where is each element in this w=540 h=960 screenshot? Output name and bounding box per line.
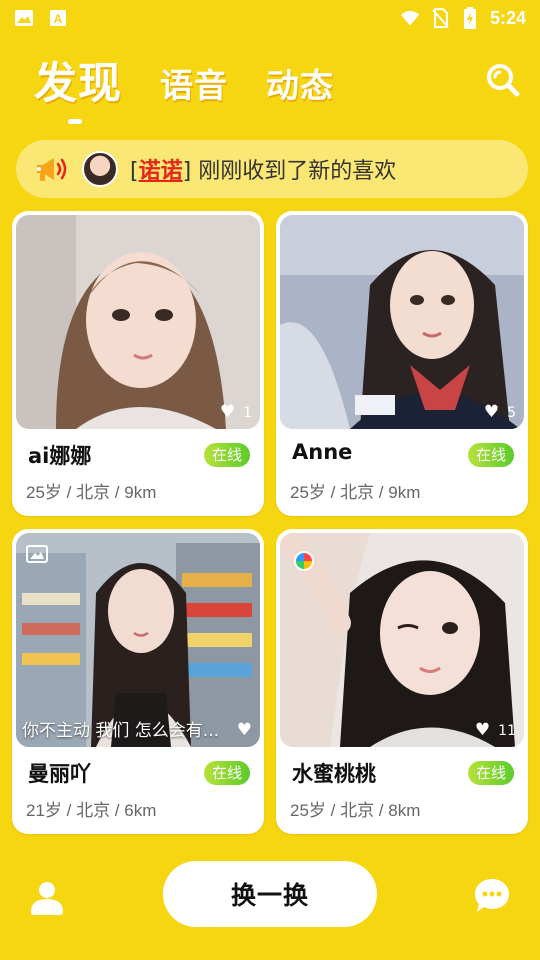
user-card[interactable]: ♥ 5 Anne 在线 25岁 / 北京 / 9km [276, 211, 528, 516]
user-name: 水蜜桃桃 [292, 762, 376, 786]
chat-icon[interactable] [472, 876, 512, 916]
avatar[interactable] [82, 151, 118, 187]
notice-message: 刚刚收到了新的喜欢 [191, 159, 397, 184]
gallery-icon [26, 545, 48, 563]
user-name: 曼丽吖 [28, 762, 91, 786]
user-meta: 21岁 / 北京 / 6km [26, 801, 157, 820]
user-meta: 25岁 / 北京 / 9km [290, 483, 421, 502]
like-count[interactable]: ♥ 11 [475, 722, 516, 739]
like-count[interactable]: ♥ [237, 722, 252, 739]
notice-user-name[interactable]: 诺诺 [139, 159, 183, 184]
user-card[interactable]: 你不主动 我们 怎么会有... ♥ 曼丽吖 在线 21岁 / 北京 / 6km [12, 529, 264, 834]
like-number: 1 [243, 404, 252, 421]
tab-label: 发现 [34, 59, 122, 109]
notice-bar[interactable]: [诺诺] 刚刚收到了新的喜欢 [16, 140, 528, 198]
megaphone-icon [34, 154, 70, 184]
user-meta: 25岁 / 北京 / 9km [26, 483, 157, 502]
status-badge: 在线 [467, 761, 514, 785]
tab-label: 语音 [160, 66, 228, 105]
battery-charging-icon [460, 7, 480, 29]
tab-voice[interactable]: 语音 [160, 69, 228, 124]
user-card[interactable]: ♥ 11 水蜜桃桃 在线 25岁 / 北京 / 8km [276, 529, 528, 834]
name-bracket: ] [182, 159, 192, 184]
color-badge-icon [294, 551, 314, 571]
user-card[interactable]: ♥ 1 ai娜娜 在线 25岁 / 北京 / 9km [12, 211, 264, 516]
user-name: ai娜娜 [28, 444, 92, 468]
tab-discover[interactable]: 发现 [34, 63, 122, 124]
status-badge: 在线 [203, 443, 250, 467]
refresh-button[interactable]: 换一换 [163, 861, 377, 927]
like-count[interactable]: ♥ 5 [484, 404, 516, 421]
photo-caption: 你不主动 我们 怎么会有... [22, 721, 220, 741]
heart-icon: ♥ [236, 720, 252, 740]
tab-label: 动态 [266, 66, 334, 105]
heart-icon: ♥ [483, 402, 500, 422]
image-icon [14, 8, 34, 28]
no-sim-icon [430, 8, 450, 28]
user-photo[interactable]: 你不主动 我们 怎么会有... ♥ [16, 533, 260, 747]
like-number: 5 [507, 404, 516, 421]
like-count[interactable]: ♥ 1 [220, 404, 252, 421]
user-meta: 25岁 / 北京 / 8km [290, 801, 421, 820]
svg-text:A: A [54, 12, 63, 26]
user-name: Anne [292, 440, 353, 464]
status-badge: 在线 [467, 443, 514, 467]
search-icon[interactable] [486, 63, 520, 97]
name-bracket: [ [130, 159, 139, 184]
wifi-icon [400, 8, 420, 28]
top-tabs: 发现 语音 动态 [34, 54, 334, 124]
user-photo[interactable]: ♥ 5 [280, 215, 524, 429]
status-bar: A 5:24 [0, 0, 540, 36]
active-tab-indicator [68, 119, 82, 124]
tab-moments[interactable]: 动态 [266, 69, 334, 124]
like-number: 11 [498, 722, 516, 739]
user-photo[interactable]: ♥ 11 [280, 533, 524, 747]
status-badge: 在线 [203, 761, 250, 785]
status-time: 5:24 [489, 7, 526, 28]
notice-text: [诺诺] 刚刚收到了新的喜欢 [130, 153, 396, 185]
text-a-icon: A [48, 8, 68, 28]
heart-icon: ♥ [474, 720, 491, 740]
profile-icon[interactable] [28, 878, 66, 916]
heart-icon: ♥ [219, 402, 236, 422]
user-photo[interactable]: ♥ 1 [16, 215, 260, 429]
